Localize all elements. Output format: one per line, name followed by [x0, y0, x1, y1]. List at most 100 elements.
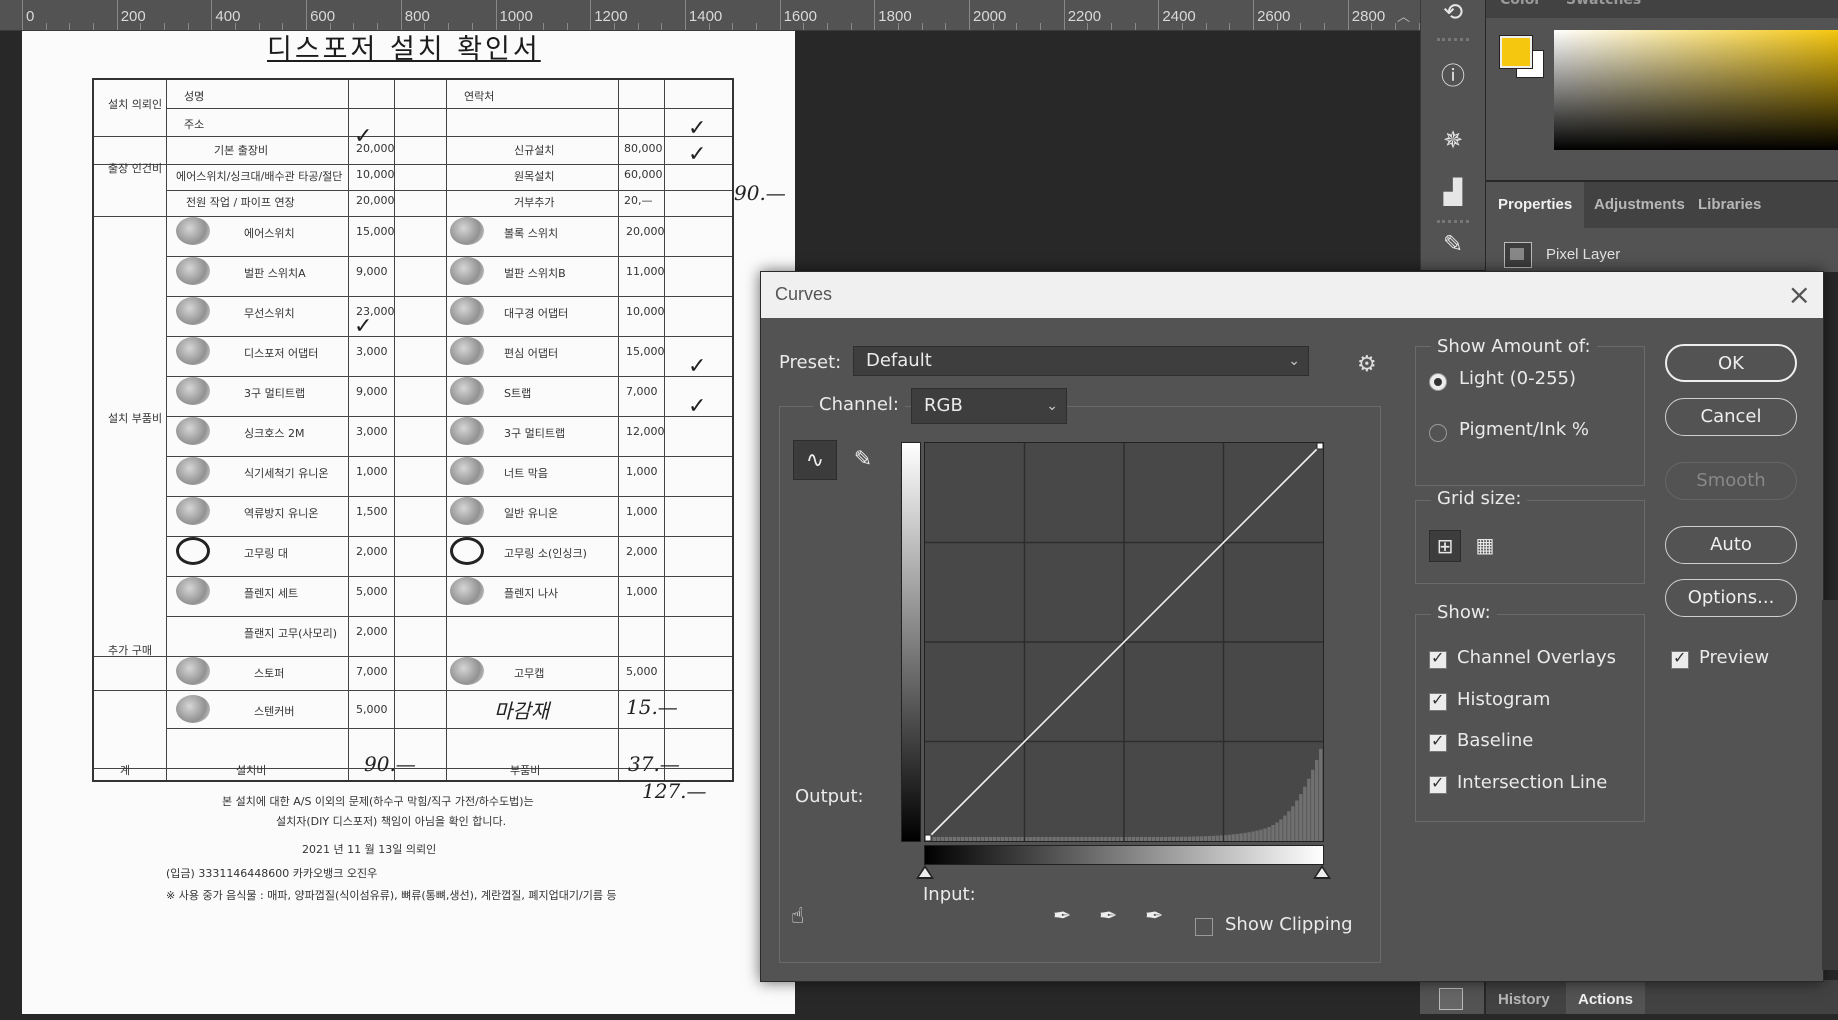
intersection-line-checkbox[interactable]: [1429, 773, 1447, 794]
history-icon[interactable]: ⟲: [1437, 0, 1469, 28]
light-radio[interactable]: [1429, 373, 1447, 391]
table-cell: 편심 어댑터: [504, 347, 559, 360]
output-gradient-bar: [901, 442, 921, 842]
histogram-bar: [1088, 836, 1092, 841]
histogram-bar: [1096, 836, 1100, 841]
compass-icon[interactable]: ✵: [1437, 124, 1469, 156]
detailed-grid-button[interactable]: ▦: [1469, 530, 1501, 562]
table-cell: 기본 출장비: [214, 144, 269, 157]
ruler-minor-tick: [187, 23, 189, 30]
channel-overlays-checkbox[interactable]: [1429, 648, 1447, 669]
histogram-bar: [1016, 837, 1020, 841]
cancel-button[interactable]: Cancel: [1665, 398, 1797, 436]
tab-adjustments[interactable]: Adjustments: [1582, 182, 1697, 228]
histogram-bar: [1235, 833, 1239, 841]
histogram-bar: [1183, 836, 1188, 841]
table-rule: [166, 108, 732, 109]
ruler-minor-tick: [732, 23, 734, 30]
ruler-tick: 2400: [1158, 0, 1196, 30]
histogram-bar: [1207, 836, 1211, 841]
ok-button[interactable]: OK: [1665, 344, 1797, 382]
simple-grid-button[interactable]: ⊞: [1429, 530, 1461, 562]
ruler-minor-tick: [1016, 23, 1018, 30]
ruler-tick: 200: [116, 0, 146, 30]
pixel-layer-icon: [1504, 242, 1532, 268]
black-point-slider[interactable]: [916, 865, 934, 879]
gear-icon[interactable]: ⚙: [1357, 352, 1377, 377]
table-cell: 5,000: [626, 665, 658, 678]
options-button[interactable]: Options...: [1665, 579, 1797, 617]
table-cell: 15,000: [356, 225, 395, 238]
ruler-tick: 0: [22, 0, 34, 30]
gray-eyedropper-icon[interactable]: ✒: [1099, 904, 1117, 929]
ruler-tick-label: 2800: [1351, 8, 1386, 25]
histogram-bar: [1163, 836, 1168, 841]
histogram-bar: [992, 837, 997, 841]
tab-properties[interactable]: Properties: [1486, 182, 1585, 228]
channel-value: RGB: [924, 395, 963, 416]
ruler-minor-tick: [850, 23, 852, 30]
preview-checkbox[interactable]: [1671, 648, 1689, 669]
show-amount-title: Show Amount of:: [1431, 336, 1597, 357]
color-picker-field[interactable]: [1554, 30, 1838, 150]
auto-button[interactable]: Auto: [1665, 526, 1797, 564]
baseline-checkbox[interactable]: [1429, 731, 1447, 752]
pigment-radio[interactable]: [1429, 424, 1447, 442]
show-clipping-checkbox[interactable]: [1195, 918, 1213, 936]
tab-color[interactable]: Color: [1500, 0, 1541, 8]
ruler-tick: 1000: [495, 0, 533, 30]
curve-graph[interactable]: [924, 442, 1324, 842]
table-cell: 20,—: [624, 194, 653, 207]
output-label: Output:: [795, 786, 864, 807]
histogram-checkbox[interactable]: [1429, 690, 1447, 711]
histogram-bar: [980, 837, 985, 841]
tab-libraries[interactable]: Libraries: [1686, 182, 1773, 228]
curve-graph-svg[interactable]: [925, 443, 1323, 841]
part-image: [450, 217, 484, 245]
check-mark: ✓: [354, 124, 373, 149]
close-icon[interactable]: ×: [1788, 278, 1811, 312]
ruler-minor-tick: [93, 23, 95, 30]
curve-point-tool[interactable]: ∿: [793, 440, 837, 480]
histogram-icon[interactable]: ▟: [1437, 176, 1469, 208]
histogram-bar: [1179, 836, 1184, 841]
ruler-minor-tick: [140, 23, 142, 30]
ruler-tick-label: 400: [215, 8, 241, 25]
table-cell: 설치비: [236, 764, 267, 777]
white-point-slider[interactable]: [1313, 865, 1331, 879]
table-cell: 디스포저 어댑터: [244, 347, 319, 360]
black-eyedropper-icon[interactable]: ✒: [1053, 904, 1071, 929]
tab-history[interactable]: History: [1486, 980, 1562, 1014]
ruler-minor-tick: [164, 23, 166, 30]
table-cell: 연락처: [464, 90, 495, 103]
table-cell: 성명: [184, 90, 205, 103]
input-label: Input:: [923, 884, 976, 905]
foreground-color-swatch[interactable]: [1500, 36, 1532, 68]
pencil-icon[interactable]: ✎: [841, 440, 885, 480]
dialog-titlebar[interactable]: Curves ×: [761, 272, 1823, 318]
info-icon[interactable]: ⓘ: [1437, 60, 1469, 92]
tab-actions[interactable]: Actions: [1566, 980, 1646, 1014]
preset-dropdown[interactable]: Default ⌄: [853, 346, 1309, 376]
properties-panel: Properties Adjustments Libraries Pixel L…: [1486, 182, 1838, 272]
strip-separator: [1437, 38, 1469, 41]
histogram-bar: [988, 837, 993, 841]
channel-dropdown[interactable]: RGB ⌄: [911, 388, 1067, 424]
smooth-button[interactable]: Smooth: [1665, 462, 1797, 500]
part-image: [450, 297, 484, 325]
table-cell: 고무링 소(인싱크): [504, 547, 587, 560]
ruler-minor-tick: [803, 23, 805, 30]
brush-icon[interactable]: ✎: [1437, 228, 1469, 260]
ruler-collapse-icon[interactable]: ︿: [1397, 6, 1410, 25]
white-eyedropper-icon[interactable]: ✒: [1145, 904, 1163, 929]
histogram-bar: [1279, 819, 1283, 841]
check-mark: ✓: [688, 394, 707, 419]
ruler-minor-tick: [613, 23, 615, 30]
on-image-adjust-icon[interactable]: ☝: [791, 904, 804, 929]
history-panel-icon[interactable]: [1439, 988, 1463, 1010]
part-image: [176, 297, 210, 325]
tab-swatches[interactable]: Swatches: [1566, 0, 1641, 8]
table-cell: 3,000: [356, 425, 388, 438]
document-image: 디스포저 설치 확인서 설치 의뢰인 출장 인건비 설치 부품비 추가 구매 계 성명 주소…: [22, 31, 795, 1014]
curve-point: [1316, 443, 1323, 450]
